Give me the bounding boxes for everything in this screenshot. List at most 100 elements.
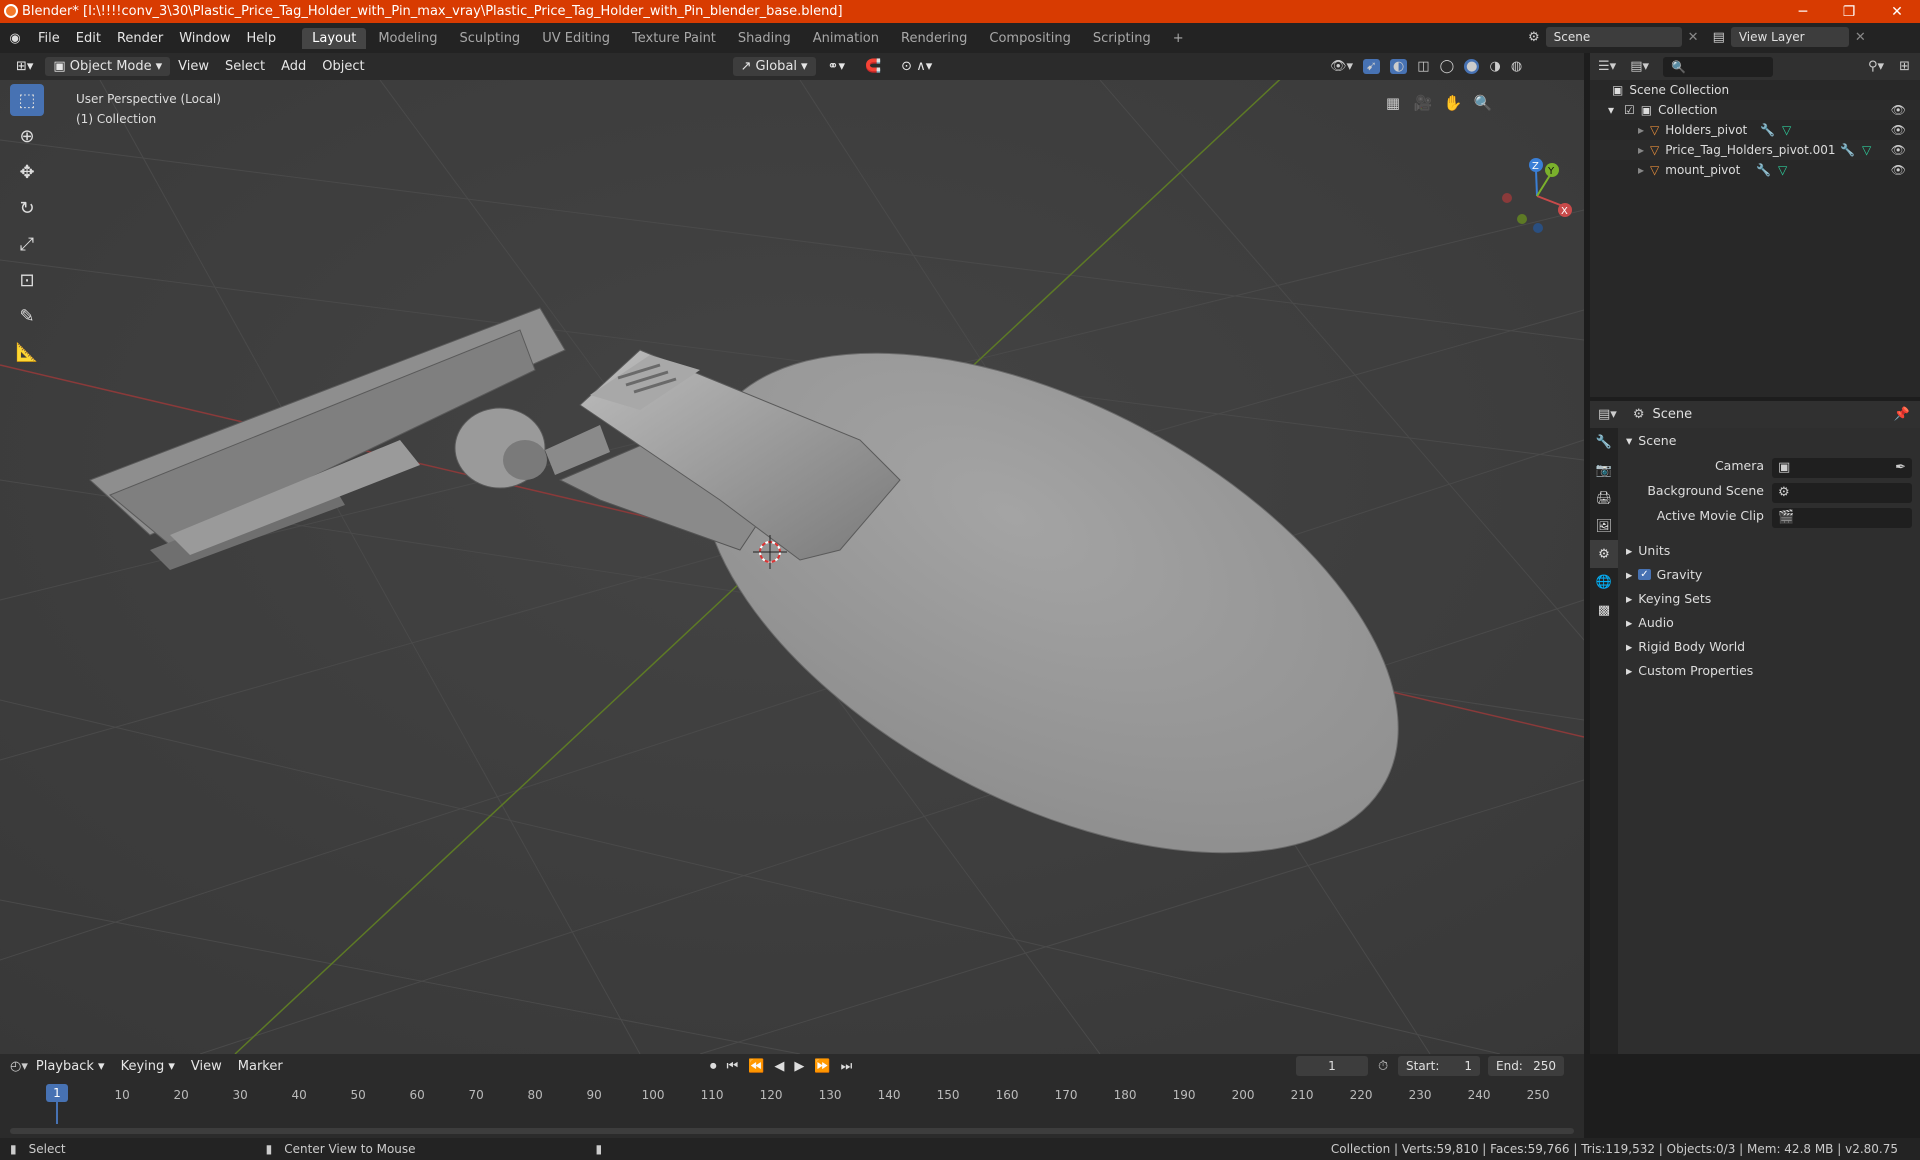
view-layer-icon[interactable]: ▤ [1713,30,1725,45]
cursor-icon[interactable]: ⊕ [10,120,44,152]
pan-hand-icon[interactable]: ✋ [1440,90,1466,116]
tab-layout[interactable]: Layout [302,27,367,49]
tab-scripting[interactable]: Scripting [1083,28,1161,49]
play-icon[interactable]: ▶ [794,1059,804,1074]
menu-add[interactable]: Add [273,59,314,74]
grid-icon[interactable]: ▦ [1380,90,1406,116]
expand-arrow-icon[interactable]: ▸ [1638,143,1644,157]
start-frame-field[interactable]: Start: 1 [1398,1056,1480,1076]
world-tab-icon[interactable]: 🌐 [1590,568,1618,596]
tab-texture-paint[interactable]: Texture Paint [622,28,726,49]
pin-icon[interactable]: 📌 [1894,407,1910,422]
menu-keying[interactable]: Keying ▾ [113,1059,183,1074]
eye-icon[interactable]: 👁 [1891,143,1906,157]
view-layer-close-icon[interactable]: ✕ [1855,30,1866,45]
tab-uv-editing[interactable]: UV Editing [532,28,620,49]
menu-marker[interactable]: Marker [230,1059,291,1074]
outliner-row-scene-collection[interactable]: ▣ Scene Collection [1590,80,1920,100]
expand-arrow-icon[interactable]: ▸ [1638,163,1644,177]
expand-arrow-icon[interactable]: ▾ [1608,103,1614,117]
overlay-toggle-icon[interactable]: ◐ [1389,59,1408,74]
menu-object[interactable]: Object [314,59,372,74]
snap-icon[interactable]: 🧲 [857,57,889,76]
view-layer-field[interactable]: View Layer [1730,27,1849,47]
close-button[interactable]: ✕ [1874,0,1920,23]
audio-section[interactable]: ▸ Audio [1626,615,1674,630]
scene-field[interactable]: Scene [1545,27,1682,47]
menu-view[interactable]: View [170,59,217,74]
menu-window[interactable]: Window [171,31,238,46]
record-icon[interactable]: ⏺ [710,1059,717,1074]
texture-tab-icon[interactable]: ▩ [1590,596,1618,624]
eyedropper-icon[interactable]: ✒ [1895,460,1906,475]
tab-animation[interactable]: Animation [803,28,889,49]
custom-properties-section[interactable]: ▸ Custom Properties [1626,663,1753,678]
material-shading-icon[interactable]: ◑ [1489,59,1500,74]
menu-playback[interactable]: Playback ▾ [28,1059,113,1074]
tab-shading[interactable]: Shading [728,28,801,49]
next-keyframe-icon[interactable]: ⏩ [814,1059,830,1074]
camera-view-icon[interactable]: 🎥 [1410,90,1436,116]
wireframe-shading-icon[interactable]: ◯ [1440,59,1455,74]
mode-dropdown[interactable]: ▣ Object Mode ▾ [45,57,171,76]
keying-sets-section[interactable]: ▸ Keying Sets [1626,591,1711,606]
outliner-row-holders-pivot[interactable]: ▸ ▽ Holders_pivot 🔧 ▽ 👁 [1590,120,1920,140]
move-icon[interactable]: ✥ [10,156,44,188]
3d-viewport[interactable]: Z X Y User Perspective (Local) (1) Colle… [0,80,1584,1054]
transform-icon[interactable]: ⊡ [10,264,44,296]
minimize-button[interactable]: ─ [1780,0,1826,23]
rendered-shading-icon[interactable]: ◍ [1511,59,1522,74]
prev-keyframe-icon[interactable]: ⏪ [748,1059,764,1074]
gizmo-toggle-icon[interactable]: ➹ [1363,59,1380,74]
scale-icon[interactable]: ⤢ [10,228,44,260]
current-frame-badge[interactable]: 1 [46,1084,68,1102]
scene-panel-header[interactable]: ▾ Scene [1626,433,1676,448]
menu-timeline-view[interactable]: View [183,1059,230,1074]
checkbox-icon[interactable]: ☑ [1624,103,1635,117]
menu-render[interactable]: Render [109,31,171,46]
active-movie-clip-field[interactable]: 🎬 [1772,508,1912,528]
eye-icon[interactable]: 👁 [1891,123,1906,137]
pivot-icon[interactable]: ⚭▾ [820,57,853,76]
eye-icon[interactable]: 👁 [1891,163,1906,177]
scene-close-icon[interactable]: ✕ [1688,30,1699,45]
scene-tab-icon[interactable]: ⚙ [1590,540,1618,568]
visibility-icon[interactable]: 👁▾ [1330,59,1353,74]
units-section[interactable]: ▸ Units [1626,543,1670,558]
orientation-dropdown[interactable]: ↗ Global ▾ [732,57,816,76]
end-frame-field[interactable]: End: 250 [1488,1056,1564,1076]
expand-arrow-icon[interactable]: ▸ [1638,123,1644,137]
rotate-icon[interactable]: ↻ [10,192,44,224]
outliner-row-collection[interactable]: ▾ ☑ ▣ Collection 👁 [1590,100,1920,120]
measure-icon[interactable]: 📐 [10,336,44,368]
tab-modeling[interactable]: Modeling [368,28,447,49]
menu-select[interactable]: Select [217,59,273,74]
outliner-row-price-tag-holders[interactable]: ▸ ▽ Price_Tag_Holders_pivot.001 🔧 ▽ 👁 [1590,140,1920,160]
tab-compositing[interactable]: Compositing [979,28,1081,49]
outliner-search-input[interactable]: 🔍 [1663,56,1773,77]
tool-tab-icon[interactable]: 🔧 [1590,428,1618,456]
zoom-icon[interactable]: 🔍 [1470,90,1496,116]
gravity-section[interactable]: ▸ ✓ Gravity [1626,567,1702,582]
new-collection-icon[interactable]: ⊞ [1899,59,1910,74]
proportional-edit-icon[interactable]: ⊙ ∧▾ [893,57,940,76]
gravity-checkbox[interactable]: ✓ [1638,569,1651,580]
tab-sculpting[interactable]: Sculpting [449,28,530,49]
select-box-icon[interactable]: ⬚ [10,84,44,116]
jump-end-icon[interactable]: ⏭ [841,1059,853,1074]
eye-icon[interactable]: 👁 [1891,103,1906,117]
menu-help[interactable]: Help [239,31,285,46]
editor-type-icon[interactable]: ◴▾ [10,1059,28,1074]
rigid-body-world-section[interactable]: ▸ Rigid Body World [1626,639,1745,654]
tab-rendering[interactable]: Rendering [891,28,977,49]
blender-menu-icon[interactable]: ◉ [0,31,30,46]
outliner-row-mount-pivot[interactable]: ▸ ▽ mount_pivot 🔧 ▽ 👁 [1590,160,1920,180]
play-reverse-icon[interactable]: ◀ [774,1059,784,1074]
jump-start-icon[interactable]: ⏮ [727,1059,739,1074]
frame-ruler[interactable]: 1 10 20 30 40 50 60 70 80 90 100 110 120 130 140 150 160… [0,1084,1584,1124]
menu-file[interactable]: File [30,31,68,46]
editor-type-icon[interactable]: ▤▾ [1598,407,1617,422]
background-scene-field[interactable]: ⚙ [1772,483,1912,503]
editor-type-icon[interactable]: ☰▾ [1598,59,1616,74]
add-workspace-icon[interactable]: + [1163,28,1194,49]
